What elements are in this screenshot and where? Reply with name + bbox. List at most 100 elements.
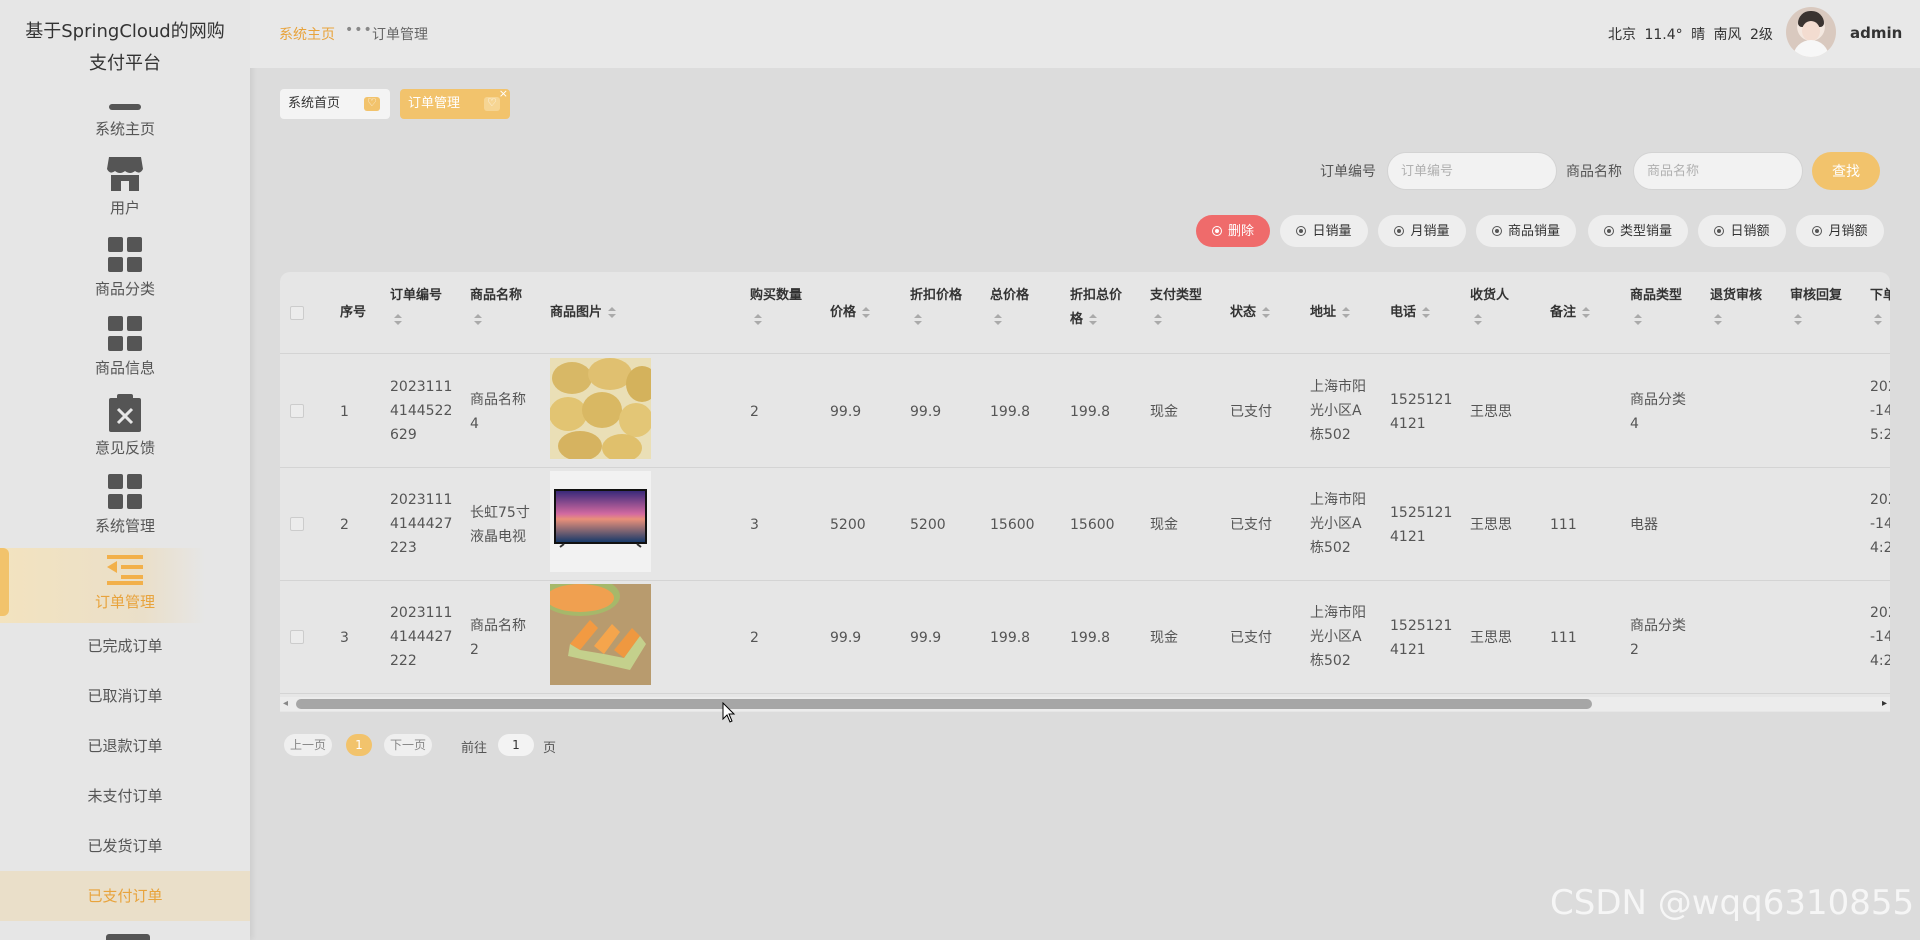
next-page-button[interactable]: 下一页 bbox=[384, 734, 432, 756]
col-return-review[interactable]: 退货审核 bbox=[1710, 284, 1780, 332]
button-label: 月销额 bbox=[1828, 224, 1868, 239]
scroll-right-icon[interactable]: ▸ bbox=[1882, 698, 1887, 709]
row-checkbox[interactable] bbox=[290, 404, 304, 418]
col-remark[interactable]: 备注 bbox=[1550, 301, 1591, 325]
row-checkbox[interactable] bbox=[290, 630, 304, 644]
cell-index: 1 bbox=[340, 404, 349, 420]
cell-quantity: 2 bbox=[750, 404, 759, 420]
cell-order-time: 202-144:2 bbox=[1870, 605, 1890, 669]
goto-page-input[interactable]: 1 bbox=[498, 734, 534, 756]
col-address[interactable]: 地址 bbox=[1310, 301, 1351, 325]
select-all-checkbox[interactable] bbox=[290, 306, 304, 320]
table-row[interactable]: 3 2023111 4144427 222 商品名称 2 2 99.9 99.9 19… bbox=[280, 581, 1890, 694]
sidebar-item-product[interactable]: 商品信息 bbox=[0, 315, 250, 378]
sort-icon[interactable] bbox=[608, 306, 617, 319]
sidebar-item-feedback[interactable]: 意见反馈 bbox=[0, 393, 250, 458]
sort-icon[interactable] bbox=[1422, 306, 1431, 319]
tab-label: 系统首页 bbox=[288, 96, 341, 111]
col-discount-price[interactable]: 折扣价格 bbox=[910, 284, 980, 332]
sidebar-sub-completed[interactable]: 已完成订单 bbox=[0, 635, 250, 656]
col-phone[interactable]: 电话 bbox=[1390, 301, 1431, 325]
product-name-input[interactable] bbox=[1633, 152, 1803, 190]
sort-icon[interactable] bbox=[862, 306, 871, 319]
avatar[interactable] bbox=[1786, 7, 1836, 57]
sort-icon[interactable] bbox=[1794, 313, 1802, 326]
product-image-melon[interactable] bbox=[550, 584, 651, 685]
radio-icon bbox=[1812, 226, 1823, 236]
product-image-tv[interactable] bbox=[550, 471, 651, 572]
sidebar-item-orders[interactable]: 订单管理 bbox=[0, 553, 250, 612]
delete-button[interactable]: 删除 bbox=[1196, 215, 1270, 247]
cell-discount-price: 99.9 bbox=[910, 404, 942, 420]
orders-table: 序号 订单编号 商品名称 商品图片 购买数量 价格 折扣价格 总价格 折扣总价格… bbox=[280, 272, 1890, 712]
col-price[interactable]: 价格 bbox=[830, 301, 871, 325]
col-order-no[interactable]: 订单编号 bbox=[390, 284, 460, 332]
close-icon[interactable]: × bbox=[499, 79, 508, 109]
col-pay-type[interactable]: 支付类型 bbox=[1150, 284, 1220, 332]
menu-list-icon bbox=[107, 555, 143, 585]
col-product-image[interactable]: 商品图片 bbox=[550, 301, 617, 325]
horizontal-scrollbar[interactable]: ◂ ▸ bbox=[280, 697, 1890, 711]
col-order-time[interactable]: 下单 bbox=[1870, 284, 1890, 332]
scrollbar-thumb[interactable] bbox=[296, 699, 1592, 709]
cell-total: 15600 bbox=[990, 517, 1035, 533]
store-icon bbox=[107, 157, 143, 191]
monthly-sales-button[interactable]: 月销量 bbox=[1378, 215, 1466, 247]
tab-orders[interactable]: 订单管理 × bbox=[400, 87, 510, 119]
cell-discount-total: 199.8 bbox=[1070, 630, 1111, 646]
col-quantity[interactable]: 购买数量 bbox=[750, 284, 820, 332]
sort-icon[interactable] bbox=[914, 313, 922, 326]
daily-sales-button[interactable]: 日销量 bbox=[1280, 215, 1368, 247]
col-status[interactable]: 状态 bbox=[1230, 301, 1271, 325]
sidebar-sub-shipped[interactable]: 已发货订单 bbox=[0, 835, 250, 856]
sort-icon[interactable] bbox=[1582, 306, 1591, 319]
sort-icon[interactable] bbox=[1474, 313, 1482, 326]
col-category[interactable]: 商品类型 bbox=[1630, 284, 1700, 332]
daily-revenue-button[interactable]: 日销额 bbox=[1698, 215, 1786, 247]
sort-icon[interactable] bbox=[394, 313, 402, 326]
monthly-revenue-button[interactable]: 月销额 bbox=[1796, 215, 1884, 247]
breadcrumb-home[interactable]: 系统主页 bbox=[279, 24, 335, 44]
sort-icon[interactable] bbox=[1634, 313, 1642, 326]
col-review-reply[interactable]: 审核回复 bbox=[1790, 284, 1860, 332]
sidebar-sub-refunded[interactable]: 已退款订单 bbox=[0, 735, 250, 756]
col-product-name[interactable]: 商品名称 bbox=[470, 284, 540, 332]
sidebar-item-category[interactable]: 商品分类 bbox=[0, 236, 250, 299]
sort-icon[interactable] bbox=[1154, 313, 1162, 326]
sort-icon[interactable] bbox=[754, 313, 762, 326]
prev-page-button[interactable]: 上一页 bbox=[284, 734, 332, 756]
sidebar-sub-cancelled[interactable]: 已取消订单 bbox=[0, 685, 250, 706]
col-discount-total[interactable]: 折扣总价格 bbox=[1070, 284, 1140, 332]
cell-product-name: 商品名称 4 bbox=[470, 392, 526, 432]
table-row[interactable]: 2 2023111 4144427 223 长虹75寸 液晶电视 3 5200 520… bbox=[280, 468, 1890, 581]
order-no-input[interactable] bbox=[1387, 152, 1557, 190]
product-sales-button[interactable]: 商品销量 bbox=[1476, 215, 1576, 247]
sidebar-item-home[interactable]: 系统主页 bbox=[0, 100, 250, 139]
sort-icon[interactable] bbox=[474, 313, 482, 326]
col-total[interactable]: 总价格 bbox=[990, 284, 1060, 332]
page-1-button[interactable]: 1 bbox=[346, 734, 372, 756]
sort-icon[interactable] bbox=[1714, 313, 1722, 326]
username[interactable]: admin bbox=[1850, 24, 1902, 42]
tab-home[interactable]: 系统首页 bbox=[280, 88, 390, 119]
scroll-left-icon[interactable]: ◂ bbox=[283, 698, 288, 709]
cell-total: 199.8 bbox=[990, 630, 1031, 646]
sort-icon[interactable] bbox=[1874, 313, 1882, 326]
table-row[interactable]: 1 2023111 4144522 629 商品名称 4 2 99.9 99.9 19… bbox=[280, 355, 1890, 468]
heart-icon bbox=[364, 88, 380, 118]
sidebar-item-label: 系统管理 bbox=[94, 517, 155, 535]
sidebar-item-system[interactable]: 系统管理 bbox=[0, 473, 250, 536]
product-image-potatoes[interactable] bbox=[550, 358, 651, 459]
col-receiver[interactable]: 收货人 bbox=[1470, 284, 1540, 332]
sort-icon[interactable] bbox=[1089, 313, 1098, 326]
sidebar-sub-paid[interactable]: 已支付订单 bbox=[0, 885, 250, 906]
sort-icon[interactable] bbox=[1262, 306, 1271, 319]
category-sales-button[interactable]: 类型销量 bbox=[1588, 215, 1688, 247]
search-button[interactable]: 查找 bbox=[1812, 152, 1880, 190]
sort-icon[interactable] bbox=[1342, 306, 1351, 319]
row-checkbox[interactable] bbox=[290, 517, 304, 531]
sidebar-sub-unpaid[interactable]: 未支付订单 bbox=[0, 785, 250, 806]
cell-price: 99.9 bbox=[830, 630, 862, 646]
sidebar-item-users[interactable]: 用户 bbox=[0, 155, 250, 218]
sort-icon[interactable] bbox=[994, 313, 1002, 326]
